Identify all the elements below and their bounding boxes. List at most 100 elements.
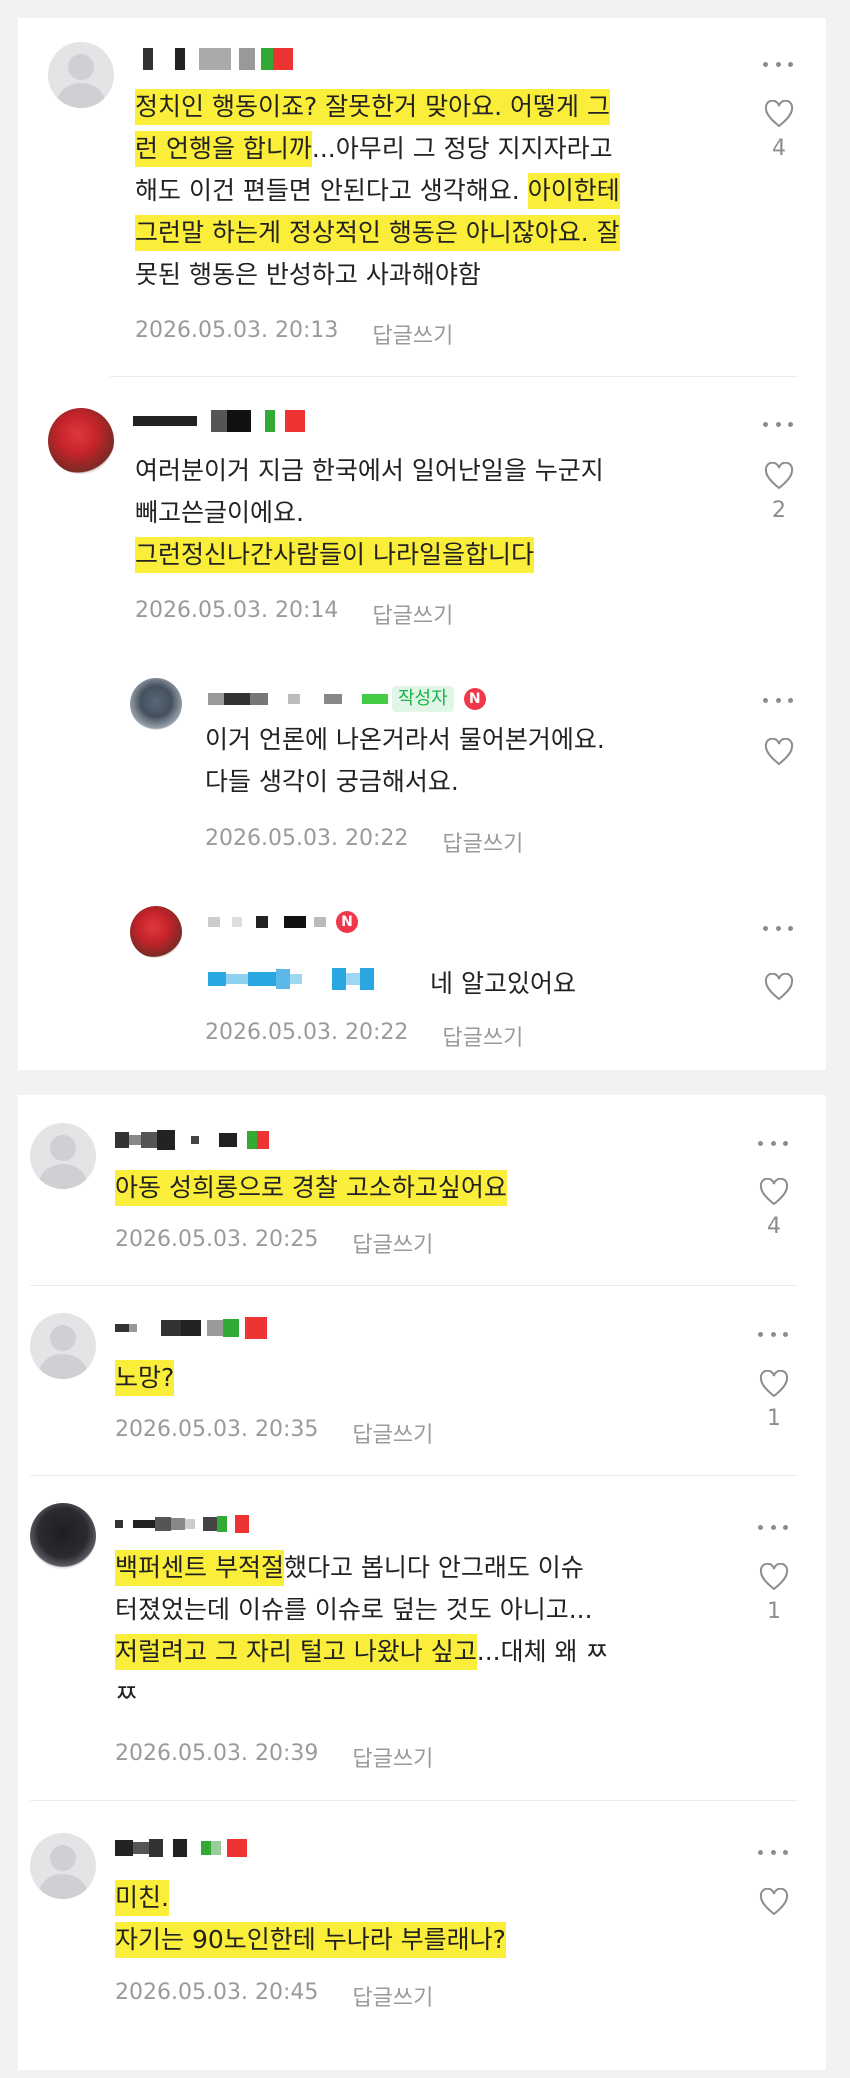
naver-n-badge: N: [463, 688, 486, 710]
heart-icon: [759, 1563, 789, 1591]
author-badge: 작성자: [392, 686, 454, 712]
comment-line: ㅉ: [115, 1679, 139, 1708]
comment-meta: 2026.05.03. 20:14 답글쓰기: [135, 598, 453, 630]
comment-card: 아동 성희롱으로 경찰 고소하고싶어요 2026.05.03. 20:25 답글…: [18, 1095, 826, 2070]
more-options-icon[interactable]: [758, 1850, 788, 1860]
like-count: 2: [772, 498, 786, 523]
user-avatar[interactable]: [30, 1503, 96, 1569]
reply-link[interactable]: 답글쓰기: [442, 1020, 523, 1052]
nickname-obscured[interactable]: [143, 48, 293, 70]
like-count: 1: [767, 1406, 781, 1431]
heart-icon: [759, 1178, 789, 1206]
comment-meta: 2026.05.03. 20:25 답글쓰기: [115, 1227, 433, 1259]
user-avatar[interactable]: [48, 408, 114, 474]
reply-link[interactable]: 답글쓰기: [352, 1417, 433, 1449]
reply-link[interactable]: 답글쓰기: [442, 826, 523, 858]
more-options-icon[interactable]: [763, 926, 793, 936]
comment-line: 빼고쓴글이에요.: [135, 498, 304, 527]
comment-date: 2026.05.03. 20:39: [115, 1741, 319, 1766]
heart-icon: [764, 738, 794, 766]
comment-line: 이거 언론에 나온거라서 물어본거에요.: [205, 725, 605, 754]
user-avatar[interactable]: [130, 678, 182, 730]
comment-text: 노망?: [115, 1357, 735, 1399]
like-count: 1: [767, 1599, 781, 1624]
comment-card: 정치인 행동이죠? 잘못한거 맞아요. 어떻게 그런 언행을 합니까...아무리…: [18, 18, 826, 1070]
comment-line: 네 알고있어요: [430, 969, 576, 998]
comment-line: 여러분이거 지금 한국에서 일어난일을 누군지: [135, 456, 604, 485]
like-count: 4: [767, 1214, 781, 1239]
comment-meta: 2026.05.03. 20:45 답글쓰기: [115, 1980, 433, 2012]
like-count: 4: [772, 136, 786, 161]
reply-link[interactable]: 답글쓰기: [352, 1741, 433, 1773]
comment-line: 정치인 행동이죠? 잘못한거 맞아요. 어떻게 그: [135, 89, 610, 125]
like-button[interactable]: 1: [757, 1370, 791, 1431]
comment-date: 2026.05.03. 20:25: [115, 1227, 319, 1252]
nickname-obscured[interactable]: [115, 1837, 247, 1859]
nickname-obscured[interactable]: [115, 1513, 249, 1535]
like-button[interactable]: [762, 973, 796, 1001]
heart-icon: [764, 462, 794, 490]
comment-text: 정치인 행동이죠? 잘못한거 맞아요. 어떻게 그런 언행을 합니까...아무리…: [135, 86, 775, 296]
more-options-icon[interactable]: [763, 62, 793, 72]
comment-meta: 2026.05.03. 20:22 답글쓰기: [205, 826, 523, 858]
mention-obscured[interactable]: [208, 968, 374, 990]
comment-line: 백퍼센트 부적절했다고 봅니다 안그래도 이슈: [115, 1550, 584, 1586]
comment-date: 2026.05.03. 20:22: [205, 826, 409, 851]
nickname-obscured[interactable]: 작성자 N: [208, 686, 486, 712]
like-button[interactable]: 2: [762, 462, 796, 523]
comment-date: 2026.05.03. 20:13: [135, 318, 339, 343]
reply-link[interactable]: 답글쓰기: [352, 1980, 433, 2012]
more-options-icon[interactable]: [758, 1332, 788, 1342]
heart-icon: [759, 1370, 789, 1398]
naver-n-badge: N: [336, 911, 358, 933]
like-button[interactable]: [762, 738, 796, 766]
default-avatar-icon[interactable]: [30, 1123, 96, 1189]
more-options-icon[interactable]: [758, 1525, 788, 1535]
comment-meta: 2026.05.03. 20:22 답글쓰기: [205, 1020, 523, 1052]
more-options-icon[interactable]: [763, 422, 793, 432]
comment-line: 다들 생각이 궁금해서요.: [205, 767, 459, 796]
heart-icon: [764, 973, 794, 1001]
nickname-obscured[interactable]: [115, 1129, 269, 1151]
comment-text: 이거 언론에 나온거라서 물어본거에요. 다들 생각이 궁금해서요.: [205, 719, 765, 803]
reply-link[interactable]: 답글쓰기: [352, 1227, 433, 1259]
comment-text: 미친. 자기는 90노인한테 누나라 부를래나?: [115, 1877, 755, 1961]
like-button[interactable]: 1: [757, 1563, 791, 1624]
like-button[interactable]: 4: [757, 1178, 791, 1239]
comment-date: 2026.05.03. 20:45: [115, 1980, 319, 2005]
comment-line: 해도 이건 편들면 안된다고 생각해요. 아이한테: [135, 173, 620, 209]
default-avatar-icon[interactable]: [48, 42, 114, 108]
heart-icon: [764, 100, 794, 128]
divider: [30, 1285, 798, 1286]
default-avatar-icon[interactable]: [30, 1833, 96, 1899]
heart-icon: [759, 1888, 789, 1916]
nickname-obscured[interactable]: [115, 1317, 267, 1339]
comment-date: 2026.05.03. 20:22: [205, 1020, 409, 1045]
comment-line: 터졌었는데 이슈를 이슈로 덮는 것도 아니고...: [115, 1595, 593, 1624]
comment-line: 미친.: [115, 1880, 169, 1916]
like-button[interactable]: [757, 1888, 791, 1916]
reply-link[interactable]: 답글쓰기: [372, 598, 453, 630]
default-avatar-icon[interactable]: [30, 1313, 96, 1379]
like-button[interactable]: 4: [762, 100, 796, 161]
comment-date: 2026.05.03. 20:14: [135, 598, 339, 623]
reply-link[interactable]: 답글쓰기: [372, 318, 453, 350]
nickname-obscured[interactable]: [133, 410, 305, 432]
comment-meta: 2026.05.03. 20:13 답글쓰기: [135, 318, 453, 350]
comment-line: 자기는 90노인한테 누나라 부를래나?: [115, 1922, 506, 1958]
comment-line: 그런정신나간사람들이 나라일을합니다: [135, 537, 534, 573]
more-options-icon[interactable]: [758, 1141, 788, 1151]
divider: [110, 376, 798, 377]
comment-line: 아동 성희롱으로 경찰 고소하고싶어요: [115, 1170, 507, 1206]
nickname-obscured[interactable]: N: [208, 911, 358, 933]
divider: [30, 1475, 798, 1476]
user-avatar[interactable]: [130, 906, 182, 958]
comment-meta: 2026.05.03. 20:39 답글쓰기: [115, 1741, 433, 1773]
comment-line: 런 언행을 합니까...아무리 그 정당 지지자라고: [135, 131, 613, 167]
comment-date: 2026.05.03. 20:35: [115, 1417, 319, 1442]
comment-line: 그런말 하는게 정상적인 행동은 아니잖아요. 잘: [135, 215, 620, 251]
comment-line: 노망?: [115, 1360, 175, 1396]
more-options-icon[interactable]: [763, 698, 793, 708]
comment-line: 저럴려고 그 자리 털고 나왔나 싶고...대체 왜 ㅉ: [115, 1634, 608, 1670]
comment-meta: 2026.05.03. 20:35 답글쓰기: [115, 1417, 433, 1449]
